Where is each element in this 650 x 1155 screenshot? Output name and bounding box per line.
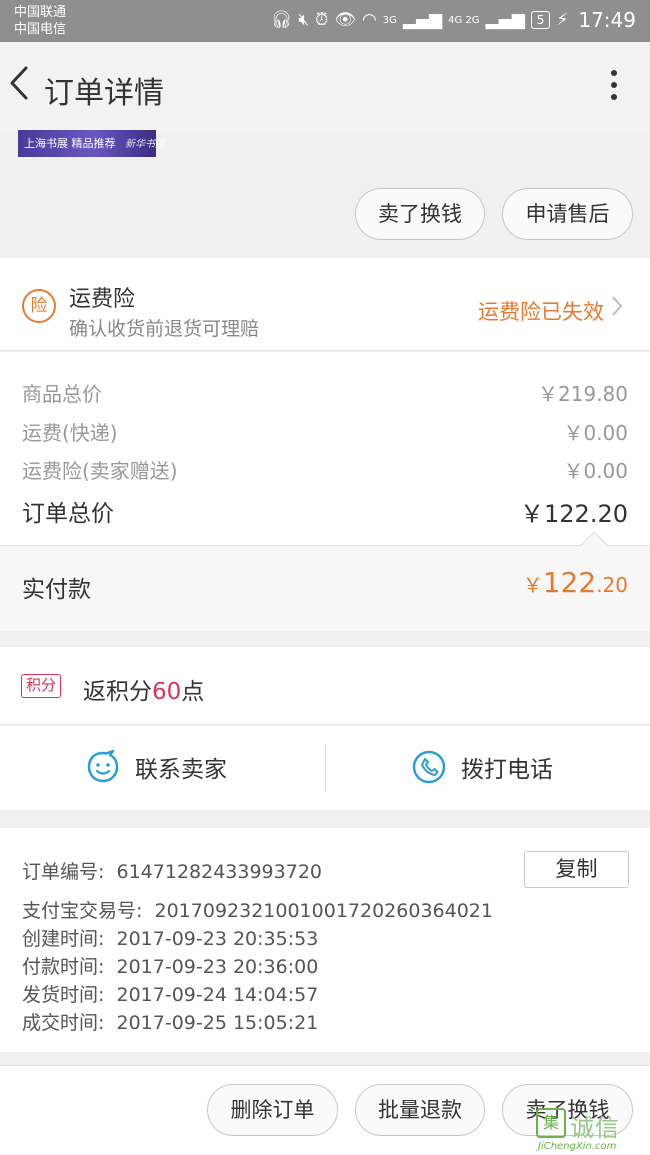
watermark-name: 诚信 (570, 1114, 620, 1142)
points-text: 返积分60点 (83, 672, 204, 706)
navigation-bar: 订单详情 (0, 42, 650, 134)
actual-paid-value: ￥122.20 (523, 566, 628, 599)
total-label: 订单总价 (22, 501, 114, 527)
delete-order-button[interactable]: 删除订单 (207, 1084, 338, 1136)
currency-symbol: ￥ (522, 573, 543, 597)
call-phone-label: 拨打电话 (461, 757, 553, 783)
price-label: 商品总价 (22, 382, 102, 406)
order-number-row: 订单编号: 61471282433993720 (22, 857, 322, 884)
chat-face-icon (87, 749, 119, 783)
total-value: ￥122.20 (520, 500, 628, 528)
eye-icon: 👁︎ (334, 10, 356, 30)
network-2-label: 4G 2G (448, 14, 480, 26)
contact-seller-button[interactable]: 联系卖家 (85, 745, 227, 789)
more-options-icon[interactable] (608, 70, 620, 104)
price-row-shipping: 运费(快递) ￥0.00 (22, 417, 628, 446)
insurance-status[interactable]: 运费险已失效 (478, 296, 604, 326)
paid-time-row: 付款时间: 2017-09-23 20:36:00 (22, 952, 318, 979)
price-value: ￥0.00 (563, 421, 628, 445)
headphones-icon: 🎧︎ (270, 10, 293, 30)
price-label: 运费险(卖家赠送) (22, 459, 178, 483)
paid-decimal: .20 (596, 573, 628, 597)
phone-icon (412, 750, 446, 784)
info-value: 2017-09-23 20:35:53 (116, 928, 319, 950)
price-value: ￥219.80 (538, 382, 628, 406)
points-suffix: 点 (181, 679, 205, 705)
price-label: 运费(快递) (22, 421, 118, 445)
points-prefix: 返积分 (83, 679, 152, 705)
network-1-label: 3G (382, 14, 397, 26)
insurance-subtitle: 确认收货前退货可理赔 (69, 318, 260, 340)
info-label: 订单编号: (22, 861, 105, 883)
copy-button[interactable]: 复制 (524, 851, 629, 888)
battery-icon: 5 (530, 11, 551, 29)
info-label: 发货时间: (22, 984, 105, 1006)
carrier-2: 中国电信 (14, 22, 67, 37)
price-row-insurance: 运费险(卖家赠送) ￥0.00 (22, 455, 628, 484)
banner-signature: 新华书店 (125, 139, 165, 150)
batch-refund-button[interactable]: 批量退款 (355, 1084, 485, 1136)
clock: 17:49 (578, 8, 636, 32)
price-row-total: 订单总价 ￥122.20 (22, 494, 628, 528)
info-value: 2017-09-24 14:04:57 (116, 984, 319, 1006)
paid-integer: 122 (542, 566, 597, 599)
request-after-sale-button[interactable]: 申请售后 (502, 188, 633, 240)
contact-seller-label: 联系卖家 (135, 757, 227, 783)
status-icons: 🎧︎ 🔇︎ ⏰︎ 👁︎ ◠ 3G ▂▄▆ 4G 2G ▂▄▆ 5 ⚡︎ 17:4… (271, 8, 636, 32)
insurance-title: 运费险 (69, 287, 136, 312)
call-phone-button[interactable]: 拨打电话 (411, 745, 553, 789)
alarm-icon: ⏰︎ (315, 10, 329, 30)
info-value: 2017092321001001720260364021 (154, 900, 493, 922)
back-arrow-icon[interactable] (6, 58, 36, 108)
info-value: 61471282433993720 (116, 861, 323, 883)
page-title: 订单详情 (44, 76, 164, 111)
info-label: 支付宝交易号: (22, 900, 143, 922)
price-value: ￥0.00 (563, 459, 628, 483)
info-label: 创建时间: (22, 928, 105, 950)
carrier-1: 中国联通 (14, 5, 67, 20)
wifi-icon: ◠ (361, 10, 377, 30)
price-row-goods: 商品总价 ￥219.80 (22, 378, 628, 407)
site-watermark: 集 诚信 JiChengXin.com (534, 1108, 650, 1155)
vertical-divider (325, 744, 326, 792)
banner-text: 上海书展 精品推荐 (24, 137, 116, 150)
actual-paid-label: 实付款 (22, 577, 91, 603)
info-label: 付款时间: (22, 956, 105, 978)
charging-icon: ⚡︎ (556, 10, 569, 30)
mute-icon: 🔇︎ (298, 10, 310, 30)
alipay-trade-row: 支付宝交易号: 2017092321001001720260364021 (22, 896, 493, 923)
info-value: 2017-09-23 20:36:00 (116, 956, 319, 978)
points-amount: 60 (152, 679, 182, 705)
created-time-row: 创建时间: 2017-09-23 20:35:53 (22, 924, 318, 951)
watermark-url: JiChengXin.com (538, 1141, 617, 1152)
info-value: 2017-09-25 15:05:21 (116, 1012, 319, 1034)
points-badge: 积分 (21, 674, 62, 698)
chevron-right-icon (612, 296, 623, 316)
signal-2-icon: ▂▄▆ (485, 10, 525, 30)
sell-for-cash-button[interactable]: 卖了换钱 (355, 188, 485, 240)
signal-icon: ▂▄▆ (402, 10, 443, 30)
status-bar: 中国联通 中国电信 🎧︎ 🔇︎ ⏰︎ 👁︎ ◠ 3G ▂▄▆ 4G 2G ▂▄▆… (0, 0, 650, 42)
insurance-icon: 险 (22, 289, 56, 323)
completed-time-row: 成交时间: 2017-09-25 15:05:21 (22, 1008, 318, 1035)
watermark-logo: 集 (536, 1108, 566, 1138)
info-label: 成交时间: (22, 1012, 105, 1034)
carrier-info: 中国联通 中国电信 (14, 4, 66, 38)
promo-banner[interactable]: 上海书展 精品推荐 新华书店 (18, 130, 165, 157)
shipped-time-row: 发货时间: 2017-09-24 14:04:57 (22, 980, 318, 1007)
